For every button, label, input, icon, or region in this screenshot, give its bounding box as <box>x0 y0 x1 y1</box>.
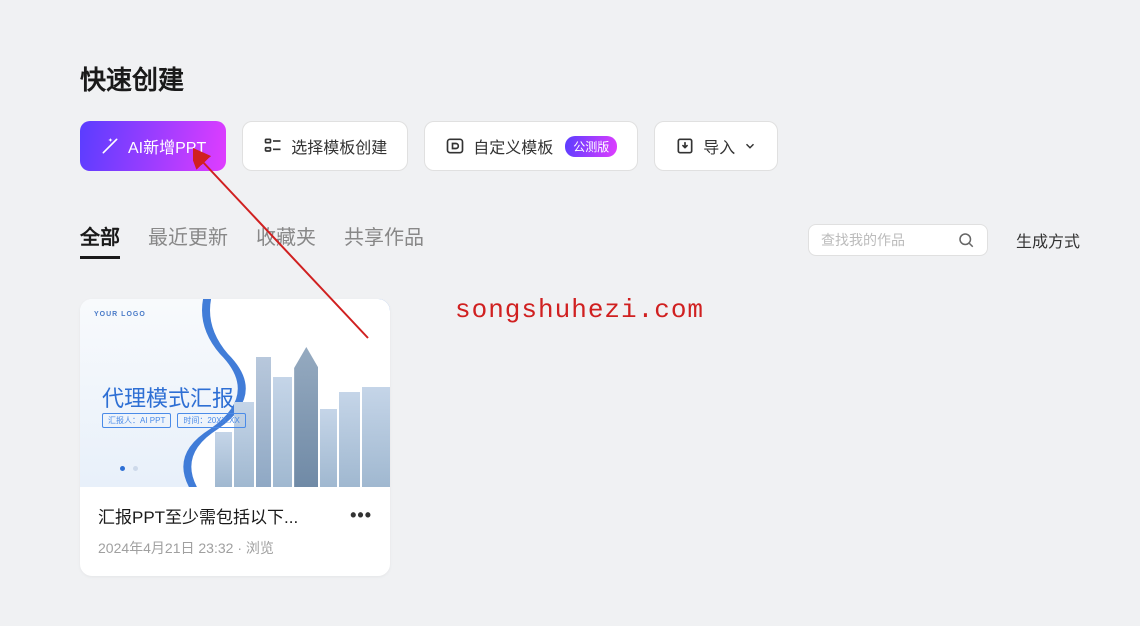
template-create-label: 选择模板创建 <box>291 134 387 158</box>
search-icon <box>957 231 975 249</box>
chevron-down-icon <box>743 139 757 153</box>
template-create-button[interactable]: 选择模板创建 <box>242 121 408 171</box>
more-options-icon[interactable]: ••• <box>350 505 372 526</box>
search-input[interactable] <box>821 232 957 248</box>
card-thumbnail: YOUR LOGO 代理模式汇报 汇报人：AI PPT 时间：20XX.XX <box>80 299 390 487</box>
page-title: 快速创建 <box>80 60 1080 97</box>
custom-template-button[interactable]: 自定义模板 公测版 <box>424 121 638 171</box>
ppt-card[interactable]: YOUR LOGO 代理模式汇报 汇报人：AI PPT 时间：20XX.XX 汇… <box>80 299 390 576</box>
template-list-icon <box>263 136 283 156</box>
tab-recent[interactable]: 最近更新 <box>148 221 228 259</box>
tabs: 全部 最近更新 收藏夹 共享作品 <box>80 221 780 259</box>
thumbnail-pagination-dots <box>120 466 138 471</box>
tab-favorites[interactable]: 收藏夹 <box>256 221 316 259</box>
ai-create-ppt-button[interactable]: AI新增PPT <box>80 121 226 171</box>
tab-shared[interactable]: 共享作品 <box>344 221 424 259</box>
tab-all[interactable]: 全部 <box>80 221 120 259</box>
thumbnail-logo: YOUR LOGO <box>94 311 146 318</box>
card-title: 汇报PPT至少需包括以下... <box>98 503 298 528</box>
custom-template-icon <box>445 136 465 156</box>
thumbnail-title: 代理模式汇报 <box>102 381 234 413</box>
tabs-row: 全部 最近更新 收藏夹 共享作品 生成方式 <box>80 221 1080 259</box>
magic-wand-icon <box>100 136 120 156</box>
card-timestamp: 2024年4月21日 23:32 · 浏览 <box>98 538 372 558</box>
card-body: 汇报PPT至少需包括以下... ••• 2024年4月21日 23:32 · 浏… <box>80 487 390 576</box>
import-icon <box>675 136 695 156</box>
import-label: 导入 <box>703 134 735 158</box>
action-buttons-row: AI新增PPT 选择模板创建 自定义模板 公测版 <box>80 121 1080 171</box>
search-box[interactable] <box>808 224 988 256</box>
meta-chip-date: 时间：20XX.XX <box>177 413 245 428</box>
import-button[interactable]: 导入 <box>654 121 778 171</box>
beta-badge: 公测版 <box>565 136 617 157</box>
meta-chip-author: 汇报人：AI PPT <box>102 413 171 428</box>
generate-method-link[interactable]: 生成方式 <box>1016 228 1080 252</box>
thumbnail-meta: 汇报人：AI PPT 时间：20XX.XX <box>102 413 246 428</box>
ai-create-label: AI新增PPT <box>128 134 206 158</box>
custom-template-label: 自定义模板 <box>473 134 553 158</box>
